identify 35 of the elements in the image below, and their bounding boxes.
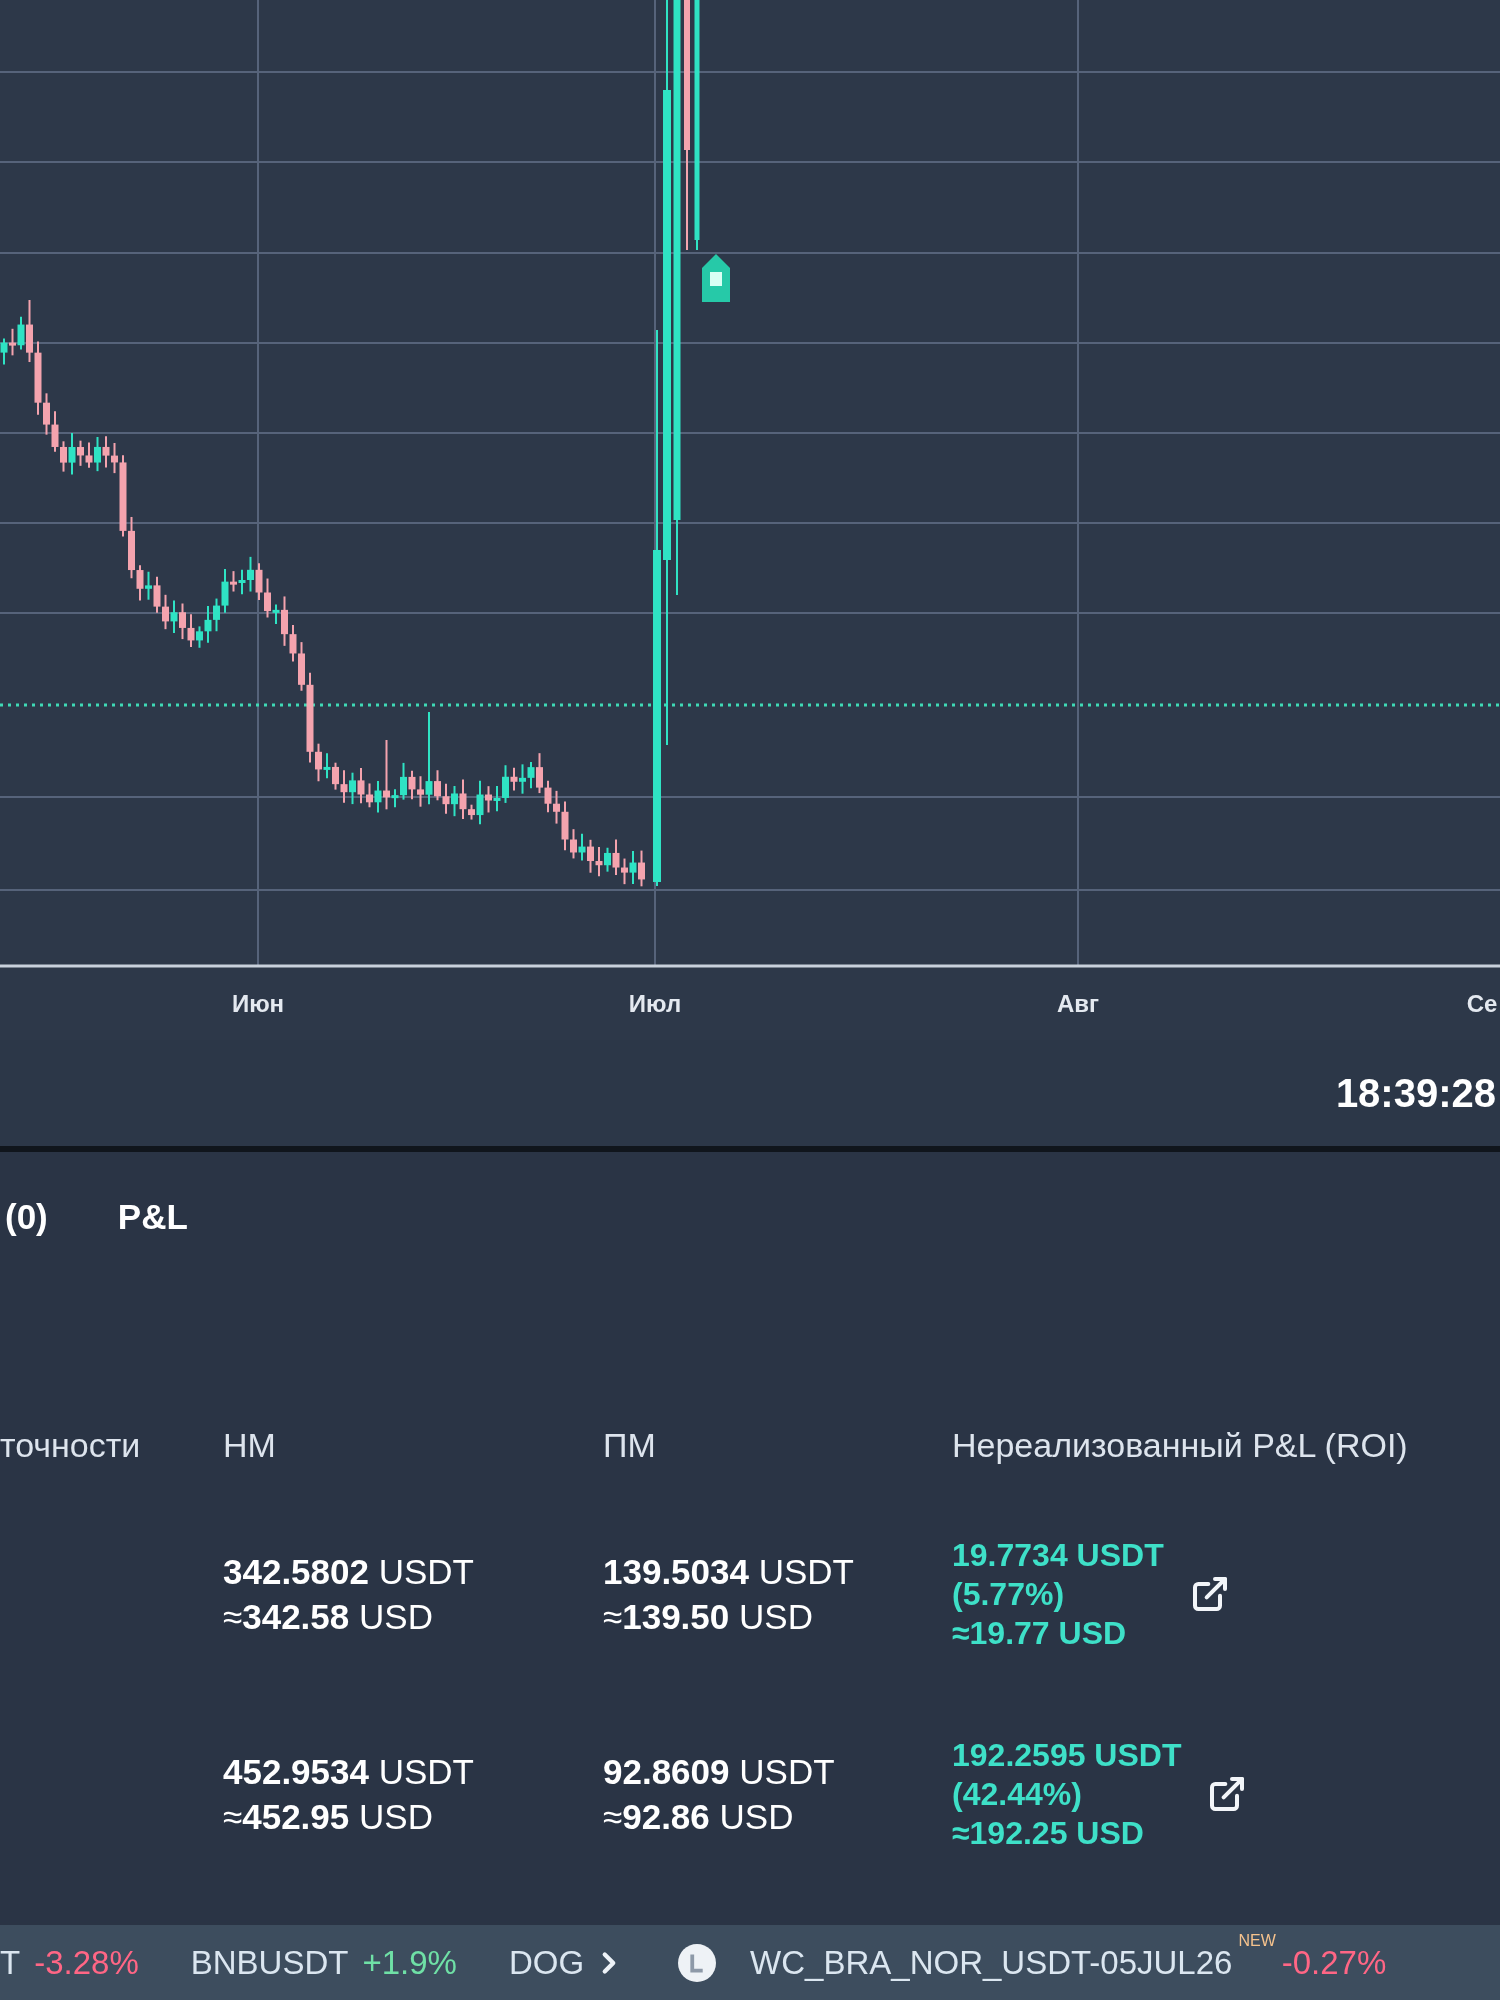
- price-change: -3.28%: [34, 1942, 139, 1983]
- ticker-symbol[interactable]: T: [0, 1937, 21, 1988]
- pentagon-marker-icon: [702, 254, 730, 302]
- price-change: +1.9%: [362, 1942, 457, 1983]
- circle-icon: [678, 1943, 717, 1982]
- month-label: Авг: [1056, 990, 1100, 1017]
- column-header: НМ: [223, 1424, 277, 1466]
- margin-usd-value: ≈92.86 USD: [603, 1796, 795, 1837]
- margin-usd-value: ≈139.50 USD: [603, 1596, 814, 1637]
- ticker-symbol[interactable]: WC_BRA_NOR_USDT-05JUL26: [750, 1937, 1233, 1988]
- price-change: -0.27%: [1281, 1942, 1387, 1983]
- margin-usd-value: ≈342.58 USD: [223, 1596, 434, 1637]
- clock-time: 18:39:28: [1335, 1073, 1496, 1113]
- margin-value: 452.9534 USDT: [223, 1751, 475, 1792]
- roi-percent: (42.44%): [952, 1774, 1083, 1814]
- pnl-amount: 19.7734 USDT: [952, 1535, 1164, 1575]
- month-label: Июн: [231, 990, 285, 1017]
- margin-value: 92.8609 USDT: [603, 1751, 836, 1792]
- ticker-symbol[interactable]: BNBUSDT: [190, 1937, 349, 1988]
- ticker-symbol[interactable]: DOG: [508, 1937, 585, 1988]
- column-header: ПМ: [603, 1424, 657, 1466]
- column-header: Нереализованный P&L (ROI): [952, 1424, 1409, 1466]
- column-header: точности: [0, 1424, 142, 1466]
- roi-percent: (5.77%): [952, 1574, 1066, 1614]
- new-label: NEW: [1238, 1933, 1276, 1949]
- pnl-amount: 192.2595 USDT: [952, 1735, 1182, 1775]
- pnl-usd-value: ≈19.77 USD: [952, 1613, 1128, 1653]
- margin-usd-value: ≈452.95 USD: [223, 1796, 434, 1837]
- tab[interactable]: (0): [5, 1196, 48, 1238]
- month-label: Се: [1466, 990, 1498, 1017]
- tab[interactable]: P&L: [117, 1196, 188, 1238]
- pnl-usd-value: ≈192.25 USD: [952, 1813, 1145, 1853]
- margin-value: 139.5034 USDT: [603, 1551, 855, 1592]
- margin-value: 342.5802 USDT: [223, 1551, 475, 1592]
- month-label: Июл: [628, 990, 682, 1017]
